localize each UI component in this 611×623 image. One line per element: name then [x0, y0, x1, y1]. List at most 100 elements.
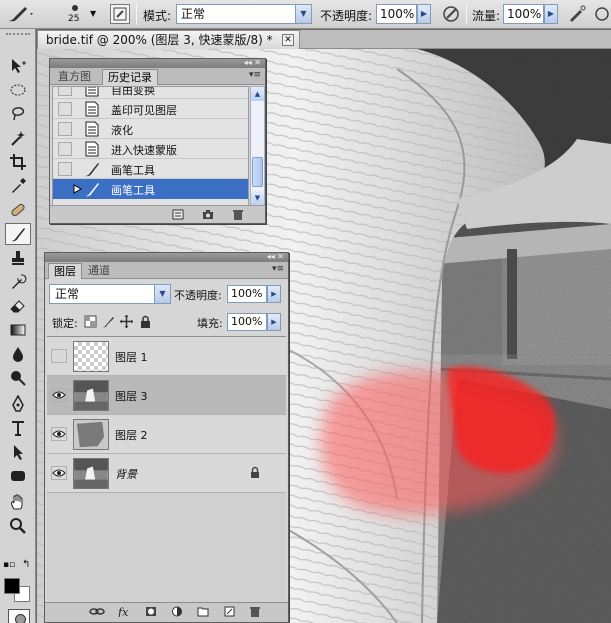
eraser-tool[interactable] [5, 295, 31, 317]
toolbox-grip[interactable] [6, 33, 30, 39]
layer-opacity-input[interactable]: 100% [227, 285, 267, 303]
quick-selection-tool[interactable] [5, 127, 31, 149]
panel-menu-icon[interactable]: ▾≡ [249, 70, 261, 80]
fill-input[interactable]: 100% [227, 313, 267, 331]
scroll-down-icon[interactable]: ▼ [251, 191, 264, 205]
brush-preset-picker[interactable]: 25 ▼ [60, 1, 98, 27]
visibility-toggle[interactable] [51, 466, 67, 480]
move-tool[interactable] [5, 55, 31, 77]
tablet-size-button[interactable] [592, 3, 611, 25]
zoom-tool[interactable] [5, 515, 31, 537]
brush-tool[interactable] [5, 223, 31, 245]
trash-icon[interactable] [232, 209, 244, 220]
panel-menu-icon[interactable]: ▾≡ [272, 264, 284, 274]
adjustment-icon[interactable] [171, 606, 183, 617]
blend-mode-dropdown[interactable]: 正常 ▼ [49, 284, 171, 304]
panel-titlebar[interactable]: ◂◂ ✕ [50, 58, 265, 68]
opacity-input[interactable]: 100% [376, 4, 417, 24]
clone-stamp-tool[interactable] [5, 247, 31, 269]
layer-row-selected[interactable]: 图层 3 [47, 376, 286, 415]
scroll-up-icon[interactable]: ▲ [251, 87, 264, 101]
link-icon[interactable] [89, 606, 105, 617]
lock-position-move-icon[interactable] [120, 315, 133, 328]
dodge-tool[interactable] [5, 367, 31, 389]
airbrush-button[interactable] [566, 3, 588, 25]
type-tool[interactable] [5, 417, 31, 439]
history-state-marker[interactable] [58, 182, 72, 196]
history-scrollbar[interactable]: ▲ ▼ [250, 86, 265, 206]
airbrush-icon [570, 5, 586, 22]
collapse-icon[interactable]: ◂◂ ✕ [267, 252, 284, 261]
new-document-from-state-icon[interactable] [172, 209, 184, 220]
layer-opacity-slider-button[interactable]: ▶ [267, 285, 281, 303]
history-item[interactable]: 画笔工具 [53, 159, 248, 179]
history-item[interactable]: 盖印可见图层 [53, 99, 248, 119]
tab-histogram[interactable]: 直方图 [53, 69, 96, 85]
document-tab[interactable]: bride.tif @ 200% (图层 3, 快速蒙版/8) * ✕ [37, 30, 300, 49]
visibility-toggle[interactable] [51, 427, 67, 441]
trash-icon[interactable] [249, 606, 261, 617]
history-item[interactable]: 自由变换 [53, 86, 248, 99]
fill-slider-button[interactable]: ▶ [267, 313, 281, 331]
mask-icon[interactable] [145, 606, 157, 617]
tablet-size-icon [595, 7, 609, 21]
lock-pixels-brush-icon[interactable] [102, 315, 115, 328]
crop-tool[interactable] [5, 151, 31, 173]
history-item-label: 自由变换 [111, 86, 155, 97]
new-layer-icon[interactable] [223, 606, 235, 617]
tool-preset-picker[interactable] [6, 3, 34, 25]
marquee-tool[interactable] [5, 79, 31, 101]
pen-tool[interactable] [5, 393, 31, 415]
tab-channels[interactable]: 通道 [83, 263, 115, 279]
chevron-down-icon: ▼ [90, 9, 97, 18]
mode-dropdown[interactable]: 正常 ▼ [176, 4, 312, 24]
history-snapshot-checkbox[interactable] [58, 102, 72, 116]
hand-tool[interactable] [5, 491, 31, 513]
visibility-toggle[interactable] [51, 388, 67, 402]
swap-colors-icon[interactable]: ↰ [22, 559, 30, 570]
layer-row[interactable]: 图层 2 [47, 415, 286, 454]
layers-panel: ◂◂ ✕ 图层 通道 ▾≡ 正常 ▼ 不透明度: 100% ▶ 锁定: 填充: … [44, 252, 289, 623]
healing-brush-tool[interactable] [5, 199, 31, 221]
history-snapshot-checkbox[interactable] [58, 142, 72, 156]
blur-tool[interactable] [5, 343, 31, 365]
layer-row[interactable]: 背景 [47, 454, 286, 493]
tablet-opacity-button[interactable] [440, 3, 462, 25]
gradient-tool[interactable] [5, 319, 31, 341]
history-item-selected[interactable]: 画笔工具 [53, 179, 248, 199]
history-state-slider-icon[interactable] [73, 184, 83, 194]
visibility-toggle[interactable] [51, 349, 67, 363]
shape-tool[interactable] [5, 465, 31, 487]
layer-row[interactable]: 图层 1 [47, 337, 286, 376]
flow-slider-button[interactable]: ▶ [544, 4, 558, 24]
close-icon[interactable]: ✕ [282, 34, 294, 46]
default-colors-icon[interactable]: ▪▫ [3, 560, 15, 570]
camera-icon[interactable] [202, 209, 214, 220]
brush-panel-toggle-button[interactable] [110, 4, 130, 24]
panel-titlebar[interactable]: ◂◂ ✕ [45, 252, 288, 262]
history-item[interactable]: 液化 [53, 119, 248, 139]
lock-all-icon[interactable] [139, 315, 152, 328]
history-snapshot-checkbox[interactable] [58, 87, 72, 96]
foreground-color-swatch[interactable] [4, 578, 20, 594]
tab-layers[interactable]: 图层 [48, 263, 82, 279]
collapse-icon[interactable]: ◂◂ ✕ [244, 58, 261, 67]
scrollbar-thumb[interactable] [252, 157, 263, 187]
lock-label: 锁定: [52, 317, 78, 330]
quick-mask-button[interactable] [8, 609, 30, 623]
lasso-tool[interactable] [5, 103, 31, 125]
history-snapshot-checkbox[interactable] [58, 162, 72, 176]
lock-transparent-icon[interactable] [84, 315, 97, 328]
opacity-value: 100% [380, 7, 415, 21]
lasso-icon [12, 107, 25, 121]
fx-icon[interactable]: fx [117, 606, 133, 617]
flow-input[interactable]: 100% [503, 4, 544, 24]
history-item[interactable]: 进入快速蒙版 [53, 139, 248, 159]
group-icon[interactable] [197, 606, 209, 617]
tab-history[interactable]: 历史记录 [102, 69, 158, 85]
history-snapshot-checkbox[interactable] [58, 122, 72, 136]
path-selection-tool[interactable] [5, 441, 31, 463]
eyedropper-tool[interactable] [5, 175, 31, 197]
opacity-slider-button[interactable]: ▶ [417, 4, 431, 24]
history-brush-tool[interactable] [5, 271, 31, 293]
